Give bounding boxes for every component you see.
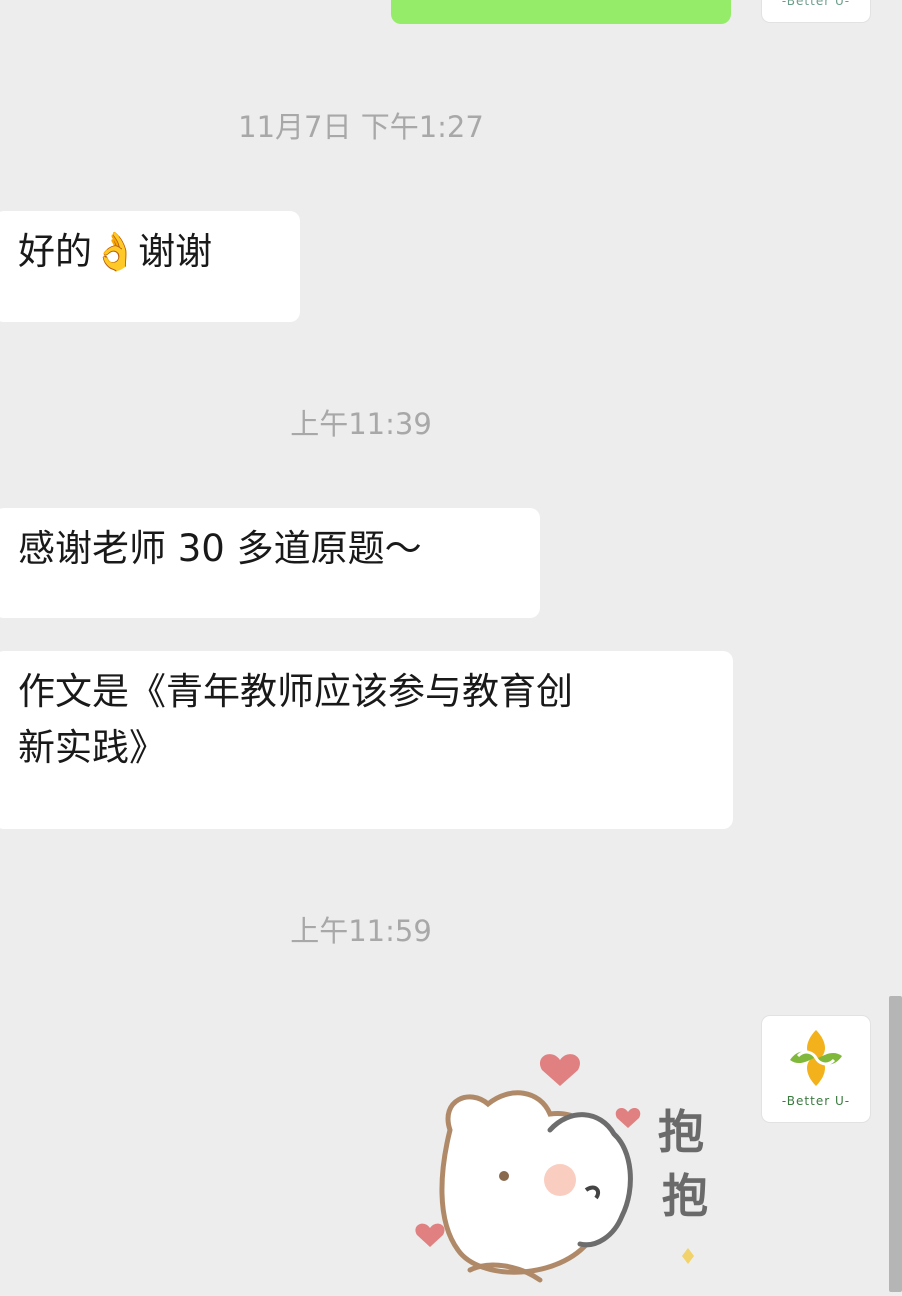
message-timestamp: 上午11:59 <box>290 914 432 948</box>
message-text-line: 作文是《青年教师应该参与教育创 <box>18 670 573 713</box>
avatar-caption: -Better U- <box>781 1094 851 1108</box>
sparkle-icon <box>682 1248 694 1264</box>
incoming-message-bubble[interactable]: 好的👌谢谢 <box>0 211 300 322</box>
heart-icon <box>539 1054 581 1086</box>
scrollbar[interactable] <box>889 996 902 1292</box>
own-avatar[interactable]: -Better U- <box>762 0 870 22</box>
message-timestamp: 上午11:39 <box>290 407 432 441</box>
incoming-message-bubble[interactable]: 作文是《青年教师应该参与教育创 新实践》 <box>0 651 733 829</box>
message-text: 谢谢 <box>138 230 213 273</box>
outgoing-message-bubble[interactable] <box>391 0 731 24</box>
heart-icon <box>415 1223 445 1247</box>
chat-window[interactable]: -Better U- 11月7日 下午1:27 好的👌谢谢 上午11:39 感谢… <box>0 0 902 1292</box>
avatar-caption: -Better U- <box>781 0 851 8</box>
ok-hand-emoji-icon: 👌 <box>92 230 139 273</box>
message-text: 好的 <box>18 230 92 273</box>
own-avatar[interactable]: -Better U- <box>762 1016 870 1122</box>
heart-icon <box>615 1107 641 1128</box>
sticker-text: 抱 <box>662 1169 708 1223</box>
message-text: 感谢老师 30 多道原题～ <box>18 527 422 570</box>
message-timestamp: 11月7日 下午1:27 <box>238 110 484 144</box>
better-u-logo-icon <box>790 1030 842 1086</box>
sticker-text: 抱 <box>658 1105 704 1159</box>
incoming-message-bubble[interactable]: 感谢老师 30 多道原题～ <box>0 508 540 618</box>
message-text-line: 新实践》 <box>18 726 166 769</box>
bear-hug-sticker[interactable]: 抱 抱 <box>400 1030 740 1292</box>
